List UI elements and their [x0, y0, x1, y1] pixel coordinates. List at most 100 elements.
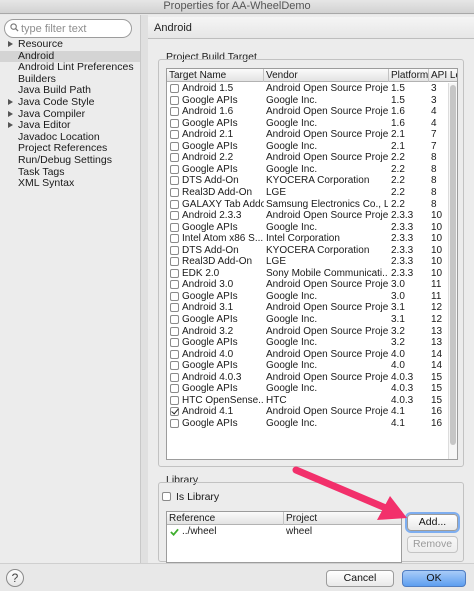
tree-item[interactable]: Run/Debug Settings — [0, 155, 140, 167]
table-row[interactable]: Real3D Add-On LGE 2.2 8 — [167, 187, 457, 199]
table-row[interactable]: Android 3.0 Android Open Source Project 3.… — [167, 279, 457, 291]
target-checkbox[interactable] — [170, 395, 179, 405]
target-checkbox[interactable] — [170, 361, 179, 371]
filter-input[interactable] — [21, 21, 129, 36]
build-target-scrollbar[interactable] — [448, 83, 457, 459]
target-checkbox[interactable] — [170, 107, 179, 117]
tree-item[interactable]: Android Lint Preferences — [0, 62, 140, 74]
expand-arrow-icon[interactable] — [8, 110, 13, 117]
tree-item[interactable]: Java Editor — [0, 120, 140, 132]
target-checkbox[interactable] — [170, 315, 179, 324]
target-checkbox[interactable] — [170, 164, 179, 174]
table-row[interactable]: Android 2.2 Android Open Source Project 2.… — [167, 152, 457, 164]
tree-item[interactable]: Project References — [0, 143, 140, 155]
table-row[interactable]: Google APIs Google Inc. 2.2 8 — [167, 164, 457, 176]
table-row[interactable]: DTS Add-On KYOCERA Corporation 2.3.3 10 — [167, 245, 457, 257]
target-checkbox[interactable] — [170, 384, 179, 394]
target-checkbox[interactable] — [170, 291, 179, 301]
add-library-button[interactable]: Add... — [407, 514, 458, 531]
target-checkbox[interactable] — [170, 176, 179, 186]
cell-name: Android 3.2 — [182, 325, 234, 337]
target-checkbox[interactable] — [170, 418, 179, 428]
target-checkbox[interactable] — [170, 326, 179, 336]
table-row[interactable]: Google APIs Google Inc. 1.5 3 — [167, 95, 457, 107]
tree-item[interactable]: Java Build Path — [0, 85, 140, 97]
table-row[interactable]: EDK 2.0 Sony Mobile Communicati... 2.3.3 10 — [167, 268, 457, 280]
tree-item[interactable]: Java Compiler — [0, 109, 140, 121]
column-api-level[interactable]: API Le — [429, 69, 457, 82]
table-row[interactable]: Android 3.1 Android Open Source Project 3.… — [167, 302, 457, 314]
tree-item[interactable]: XML Syntax — [0, 178, 140, 190]
table-row[interactable]: GALAXY Tab Addon Samsung Electronics Co.,… — [167, 199, 457, 211]
target-checkbox[interactable] — [170, 95, 179, 105]
tree-item[interactable]: Android — [0, 50, 140, 63]
table-row[interactable]: HTC OpenSense... HTC 4.0.3 15 — [167, 395, 457, 407]
table-row[interactable]: Android 4.1 Android Open Source Project 4.… — [167, 406, 457, 418]
table-row[interactable]: Android 1.6 Android Open Source Project 1.… — [167, 106, 457, 118]
expand-arrow-icon[interactable] — [8, 98, 13, 105]
target-checkbox[interactable] — [170, 234, 179, 244]
is-library-check-box[interactable] — [162, 492, 171, 501]
table-row[interactable]: Google APIs Google Inc. 3.0 11 — [167, 291, 457, 303]
table-row[interactable]: Google APIs Google Inc. 4.1 16 — [167, 418, 457, 430]
target-checkbox[interactable] — [170, 141, 179, 151]
panel-splitter[interactable] — [140, 15, 148, 563]
target-checkbox[interactable] — [170, 187, 179, 197]
tree-item[interactable]: Java Code Style — [0, 97, 140, 109]
target-checkbox[interactable] — [170, 407, 179, 417]
ok-button[interactable]: OK — [402, 570, 466, 587]
cancel-button[interactable]: Cancel — [326, 570, 394, 587]
target-checkbox[interactable] — [170, 130, 179, 140]
expand-arrow-icon[interactable] — [8, 41, 13, 47]
table-row[interactable]: DTS Add-On KYOCERA Corporation 2.2 8 — [167, 175, 457, 187]
table-row[interactable]: Intel Atom x86 S... Intel Corporation 2.3.… — [167, 233, 457, 245]
target-checkbox[interactable] — [170, 245, 179, 255]
remove-library-button[interactable]: Remove — [407, 536, 458, 553]
tree-item[interactable]: Task Tags — [0, 167, 140, 179]
target-checkbox[interactable] — [170, 268, 179, 278]
table-row[interactable]: Android 2.3.3 Android Open Source Project… — [167, 210, 457, 222]
build-target-scroll-thumb[interactable] — [450, 85, 456, 445]
tree-item[interactable]: Resource — [0, 39, 140, 51]
table-row[interactable]: Android 3.2 Android Open Source Project 3.… — [167, 326, 457, 338]
target-checkbox[interactable] — [170, 257, 179, 267]
table-row[interactable]: Google APIs Google Inc. 3.2 13 — [167, 337, 457, 349]
column-vendor[interactable]: Vendor — [264, 69, 389, 82]
table-row[interactable]: Google APIs Google Inc. 2.1 7 — [167, 141, 457, 153]
column-reference[interactable]: Reference — [167, 512, 284, 525]
tree-item[interactable]: Builders — [0, 74, 140, 86]
filter-box[interactable] — [4, 19, 132, 38]
target-checkbox[interactable] — [170, 222, 179, 232]
table-row[interactable]: Android 1.5 Android Open Source Project 1.… — [167, 83, 457, 95]
target-checkbox[interactable] — [170, 303, 179, 313]
target-checkbox[interactable] — [170, 118, 179, 128]
table-row[interactable]: Android 4.0.3 Android Open Source Project… — [167, 372, 457, 384]
table-row[interactable]: Google APIs Google Inc. 4.0 14 — [167, 360, 457, 372]
target-checkbox[interactable] — [170, 199, 179, 209]
target-checkbox[interactable] — [170, 372, 179, 382]
tree-item-label: Java Compiler — [18, 108, 86, 120]
target-checkbox[interactable] — [170, 338, 179, 348]
table-row[interactable]: ../wheel wheel — [167, 526, 401, 538]
target-checkbox[interactable] — [170, 211, 179, 221]
cell-vendor: Sony Mobile Communicati... — [266, 267, 388, 279]
expand-arrow-icon[interactable] — [8, 122, 13, 129]
column-platform[interactable]: Platform — [389, 69, 429, 82]
column-target-name[interactable]: Target Name — [167, 69, 264, 82]
target-checkbox[interactable] — [170, 349, 179, 359]
column-project[interactable]: Project — [284, 512, 401, 525]
target-checkbox[interactable] — [170, 84, 179, 93]
cell-api: 14 — [431, 348, 443, 360]
table-row[interactable]: Google APIs Google Inc. 3.1 12 — [167, 314, 457, 326]
table-row[interactable]: Android 2.1 Android Open Source Project 2.… — [167, 129, 457, 141]
table-row[interactable]: Google APIs Google Inc. 4.0.3 15 — [167, 383, 457, 395]
table-row[interactable]: Android 4.0 Android Open Source Project 4.… — [167, 349, 457, 361]
table-row[interactable]: Google APIs Google Inc. 1.6 4 — [167, 118, 457, 130]
help-icon[interactable]: ? — [6, 569, 24, 587]
table-row[interactable]: Real3D Add-On LGE 2.3.3 10 — [167, 256, 457, 268]
tree-item[interactable]: Javadoc Location — [0, 132, 140, 144]
table-row[interactable]: Google APIs Google Inc. 2.3.3 10 — [167, 222, 457, 234]
cell-vendor: Google Inc. — [266, 221, 318, 233]
target-checkbox[interactable] — [170, 153, 179, 163]
target-checkbox[interactable] — [170, 280, 179, 290]
